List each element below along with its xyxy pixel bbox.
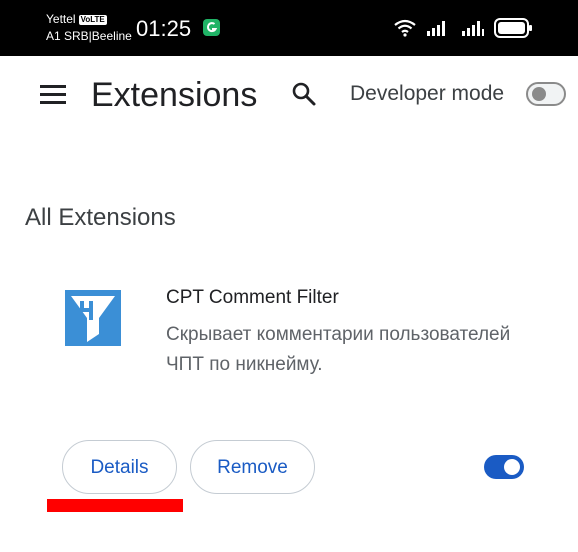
- developer-mode-label: Developer mode: [350, 82, 505, 105]
- carrier-name-2: A1 SRB|Beeline: [46, 29, 132, 43]
- toggle-knob: [532, 87, 546, 101]
- search-icon[interactable]: [291, 81, 317, 112]
- details-button[interactable]: Details: [62, 440, 177, 494]
- developer-mode-toggle[interactable]: [526, 82, 566, 106]
- signal-icon: [460, 18, 488, 43]
- remove-button[interactable]: Remove: [190, 440, 315, 494]
- wifi-icon: [393, 18, 417, 43]
- highlight-underline: [47, 499, 183, 512]
- volte-badge: VoLTE: [78, 15, 107, 25]
- app-notification-icon: [203, 19, 220, 36]
- carrier-line-1: Yettel VoLTE: [46, 12, 107, 26]
- extension-enabled-toggle[interactable]: [484, 455, 524, 479]
- toggle-knob: [504, 459, 520, 475]
- funnel-icon: [65, 290, 121, 351]
- carrier-name-1: Yettel: [46, 12, 76, 26]
- battery-icon: [494, 17, 534, 44]
- extension-name: CPT Comment Filter: [166, 287, 339, 308]
- status-bar: Yettel VoLTE A1 SRB|Beeline 01:25: [0, 0, 578, 56]
- section-title: All Extensions: [25, 204, 176, 231]
- status-time: 01:25: [136, 16, 192, 41]
- menu-icon[interactable]: [40, 84, 66, 111]
- page-title: Extensions: [91, 76, 258, 114]
- extension-description: Скрывает комментарии пользователей ЧПТ п…: [166, 324, 511, 375]
- signal-icon: [424, 18, 450, 43]
